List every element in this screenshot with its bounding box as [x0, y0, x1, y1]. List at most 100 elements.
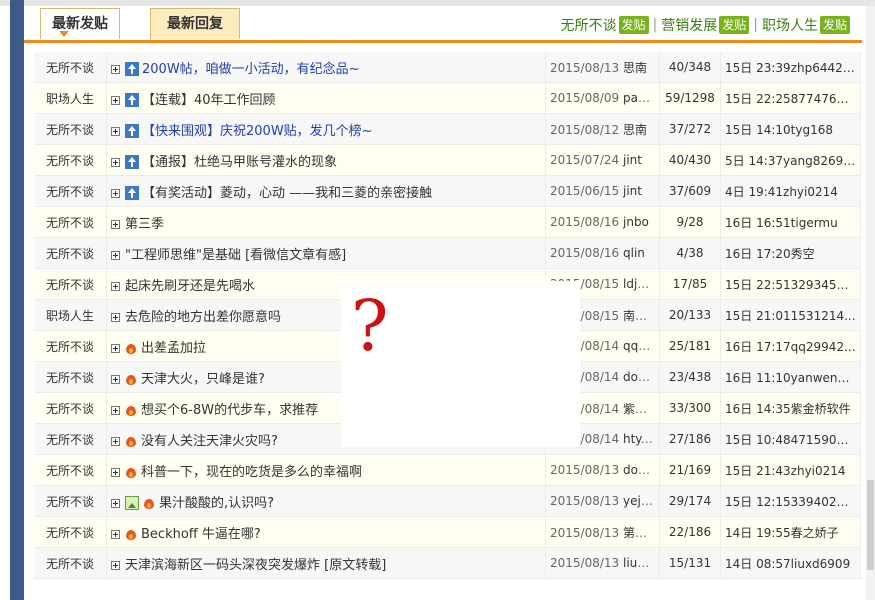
last-reply[interactable]: 4日 19:41zhyi0214: [720, 175, 861, 207]
last-reply[interactable]: 15日 14:10tyg168: [720, 113, 861, 145]
expand-icon[interactable]: [111, 126, 120, 136]
author-name[interactable]: 思南: [623, 123, 647, 137]
last-reply[interactable]: 16日 17:20秀空: [720, 237, 861, 269]
new-post-button[interactable]: 发贴: [819, 16, 850, 34]
expand-icon[interactable]: [111, 374, 120, 384]
board-name[interactable]: 无所不谈: [34, 52, 107, 83]
expand-icon[interactable]: [111, 250, 120, 260]
reply-view-count: 33/300: [659, 392, 721, 424]
thread-title[interactable]: 想买个6-8W的代步车，求推荐: [141, 403, 318, 418]
board-name[interactable]: 无所不谈: [34, 175, 107, 207]
board-name[interactable]: 无所不谈: [34, 547, 107, 579]
thread-title[interactable]: 科普一下，现在的吃货是多么的幸福啊: [141, 465, 362, 480]
thread-title[interactable]: 200W帖，咱做一小活动，有纪念品~: [142, 62, 360, 77]
thread-title[interactable]: 【有奖活动】菱动，心动 ——我和三菱的亲密接触: [142, 186, 432, 201]
thread-title[interactable]: 【快来围观】庆祝200W贴，发几个榜~: [142, 124, 373, 139]
author-name[interactable]: 紫金...: [623, 402, 658, 416]
expand-icon[interactable]: [111, 219, 120, 229]
author-name[interactable]: jnbo: [623, 215, 649, 229]
board-name[interactable]: 职场人生: [34, 299, 107, 331]
board-name[interactable]: 无所不谈: [34, 113, 107, 145]
last-reply[interactable]: 15日 21:011531214...: [720, 299, 861, 331]
last-reply[interactable]: 16日 16:51tigermu: [720, 206, 861, 238]
author-name[interactable]: liuxd...: [623, 556, 659, 570]
thread-title[interactable]: 去危险的地方出差你愿意吗: [125, 310, 281, 325]
author-name[interactable]: dong...: [623, 370, 659, 384]
reply-view-count: 37/609: [659, 175, 721, 207]
board-link-wusuobutan[interactable]: 无所不谈 发贴: [561, 15, 649, 35]
expand-icon[interactable]: [111, 157, 120, 167]
last-reply[interactable]: 15日 22:25877476825: [720, 82, 861, 114]
thread-title[interactable]: "工程师思维"是基础 [看微信文章有感]: [125, 248, 346, 263]
board-name[interactable]: 无所不谈: [34, 361, 107, 393]
last-reply[interactable]: 16日 17:17qq29942...: [720, 330, 861, 362]
last-reply[interactable]: 14日 08:57liuxd6909: [720, 547, 861, 579]
board-name[interactable]: 无所不谈: [34, 237, 107, 269]
board-name[interactable]: 无所不谈: [34, 516, 107, 548]
last-reply[interactable]: 16日 11:10yanwen0...: [720, 361, 861, 393]
author-name[interactable]: jint: [623, 184, 642, 198]
pinned-arrow-icon: [125, 124, 139, 138]
last-reply[interactable]: 16日 14:35紫金桥软件: [720, 392, 861, 424]
thread-title[interactable]: 【通报】杜绝马甲账号灌水的现象: [142, 155, 337, 170]
author-name[interactable]: yejin...: [623, 494, 659, 508]
author-name[interactable]: dong...: [623, 463, 659, 477]
board-name[interactable]: 无所不谈: [34, 392, 107, 424]
author-name[interactable]: qlin: [623, 246, 645, 260]
reply-view-count: 20/133: [659, 299, 721, 331]
author-name[interactable]: qq29...: [623, 339, 659, 353]
thread-title[interactable]: 【连载】40年工作回顾: [142, 93, 276, 108]
board-name[interactable]: 无所不谈: [34, 330, 107, 362]
thread-title-cell: 【连载】40年工作回顾: [106, 82, 546, 114]
thread-title[interactable]: 出差孟加拉: [141, 341, 206, 356]
thread-title[interactable]: 第三季: [125, 217, 164, 232]
expand-icon[interactable]: [111, 529, 120, 539]
board-name[interactable]: 职场人生: [34, 82, 107, 114]
last-reply[interactable]: 15日 12:15339402782: [720, 485, 861, 517]
author-name[interactable]: 第二...: [623, 526, 658, 540]
last-reply[interactable]: 15日 23:39zhp644202: [720, 52, 861, 83]
expand-icon[interactable]: [111, 188, 120, 198]
last-reply[interactable]: 15日 10:48471590275: [720, 423, 861, 455]
reply-view-count: 9/28: [659, 206, 721, 238]
author-name[interactable]: 思南: [623, 61, 647, 75]
board-name[interactable]: 无所不谈: [34, 485, 107, 517]
expand-icon[interactable]: [111, 64, 120, 74]
thread-title[interactable]: 果汁酸酸的,认识吗?: [159, 496, 274, 511]
last-reply[interactable]: 5日 14:37yang826925: [720, 144, 861, 176]
board-name[interactable]: 无所不谈: [34, 454, 107, 486]
author-name[interactable]: pan_...: [623, 91, 659, 105]
thread-title[interactable]: 起床先刷牙还是先喝水: [125, 279, 255, 294]
board-name[interactable]: 无所不谈: [34, 268, 107, 300]
board-name[interactable]: 无所不谈: [34, 423, 107, 455]
thread-title[interactable]: 天津滨海新区一码头深夜突发爆炸 [原文转载]: [125, 558, 386, 573]
board-name[interactable]: 无所不谈: [34, 206, 107, 238]
tab-latest-replies[interactable]: 最新回复: [150, 8, 240, 39]
author-name[interactable]: ldj1965: [623, 277, 659, 291]
tab-latest-posts[interactable]: 最新发贴: [40, 8, 120, 39]
expand-icon[interactable]: [111, 436, 120, 446]
board-name[interactable]: 无所不谈: [34, 144, 107, 176]
last-reply[interactable]: 14日 19:55春之娇子: [720, 516, 861, 548]
thread-title[interactable]: 没有人关注天津火灾吗?: [141, 434, 278, 449]
board-link-yingxiao[interactable]: 营销发展 发贴: [661, 15, 750, 35]
expand-icon[interactable]: [111, 498, 120, 508]
expand-icon[interactable]: [111, 312, 120, 322]
last-reply[interactable]: 15日 21:43zhyi0214: [720, 454, 861, 486]
author-name[interactable]: hty.czh: [623, 432, 659, 446]
expand-icon[interactable]: [111, 281, 120, 291]
thread-title[interactable]: Beckhoff 牛逼在哪?: [141, 527, 261, 542]
new-post-button[interactable]: 发贴: [618, 16, 649, 34]
new-post-button[interactable]: 发贴: [719, 16, 750, 34]
scrollbar-thumb[interactable]: [867, 480, 874, 570]
expand-icon[interactable]: [111, 467, 120, 477]
thread-title[interactable]: 天津大火，只峰是谁?: [141, 372, 265, 387]
expand-icon[interactable]: [111, 405, 120, 415]
last-reply[interactable]: 15日 22:51329345277: [720, 268, 861, 300]
board-link-zhichang[interactable]: 职场人生 发贴: [762, 15, 850, 35]
author-name[interactable]: jint: [623, 153, 642, 167]
expand-icon[interactable]: [111, 343, 120, 353]
expand-icon[interactable]: [111, 95, 120, 105]
expand-icon[interactable]: [111, 560, 120, 570]
author-name[interactable]: 南洛...: [623, 309, 658, 323]
